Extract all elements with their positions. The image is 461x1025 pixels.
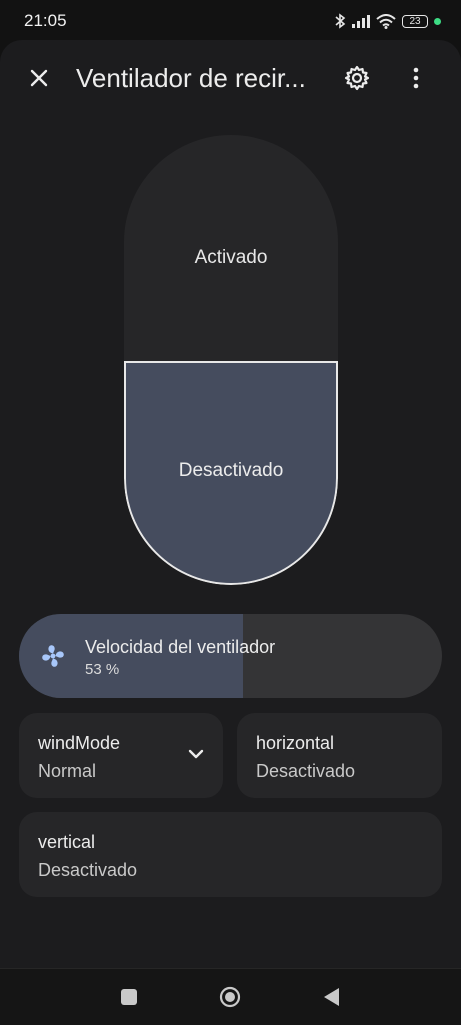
horizontal-title: horizontal [256, 733, 335, 753]
wind-mode-title: windMode [38, 733, 121, 753]
status-icons: 23 [334, 10, 441, 32]
recents-square-icon[interactable] [121, 989, 137, 1005]
vertical-value: Desactivado [38, 860, 138, 880]
wind-mode-tile[interactable]: windMode Normal [19, 713, 223, 798]
power-on-label: Activado [194, 246, 268, 268]
page-title: Ventilador de recir... [76, 63, 306, 93]
signal-icon [352, 15, 370, 28]
more-vertical-icon [413, 67, 419, 89]
home-circle-icon[interactable] [219, 986, 241, 1008]
power-off-label: Desactivado [178, 460, 284, 481]
fan-speed-label: Velocidad del ventilador [85, 637, 276, 657]
horizontal-tile[interactable]: horizontal Desactivado [237, 713, 442, 798]
power-off-option[interactable]: Desactivado [124, 361, 338, 585]
close-icon [30, 69, 48, 87]
bluetooth-icon [335, 13, 346, 29]
fan-speed-slider[interactable]: Velocidad del ventilador 53 % [19, 614, 442, 698]
power-toggle: Activado Desactivado [124, 135, 338, 585]
status-time: 21:05 [24, 11, 67, 30]
more-options-button[interactable] [401, 63, 431, 93]
close-button[interactable] [24, 63, 54, 93]
chevron-down-icon [188, 749, 204, 759]
battery-level: 23 [409, 15, 421, 27]
power-on-option[interactable]: Activado [124, 135, 338, 360]
horizontal-value: Desactivado [256, 761, 356, 781]
battery-icon: 23 [402, 14, 428, 28]
vertical-title: vertical [38, 832, 96, 852]
fan-speed-value: 53 % [85, 661, 120, 678]
top-app-bar: Ventilador de recir... [0, 40, 461, 116]
back-triangle-icon[interactable] [321, 986, 341, 1008]
settings-button[interactable] [342, 63, 372, 93]
wifi-icon [376, 13, 396, 29]
vertical-tile[interactable]: vertical Desactivado [19, 812, 442, 897]
wind-mode-value: Normal [38, 761, 97, 781]
fan-icon [42, 645, 64, 667]
privacy-dot [434, 17, 441, 25]
gear-icon [344, 65, 370, 91]
system-nav-bar [0, 968, 461, 1025]
device-sheet: Ventilador de recir... Activado Desactiv… [0, 40, 461, 968]
status-bar: 21:05 23 [0, 0, 461, 40]
